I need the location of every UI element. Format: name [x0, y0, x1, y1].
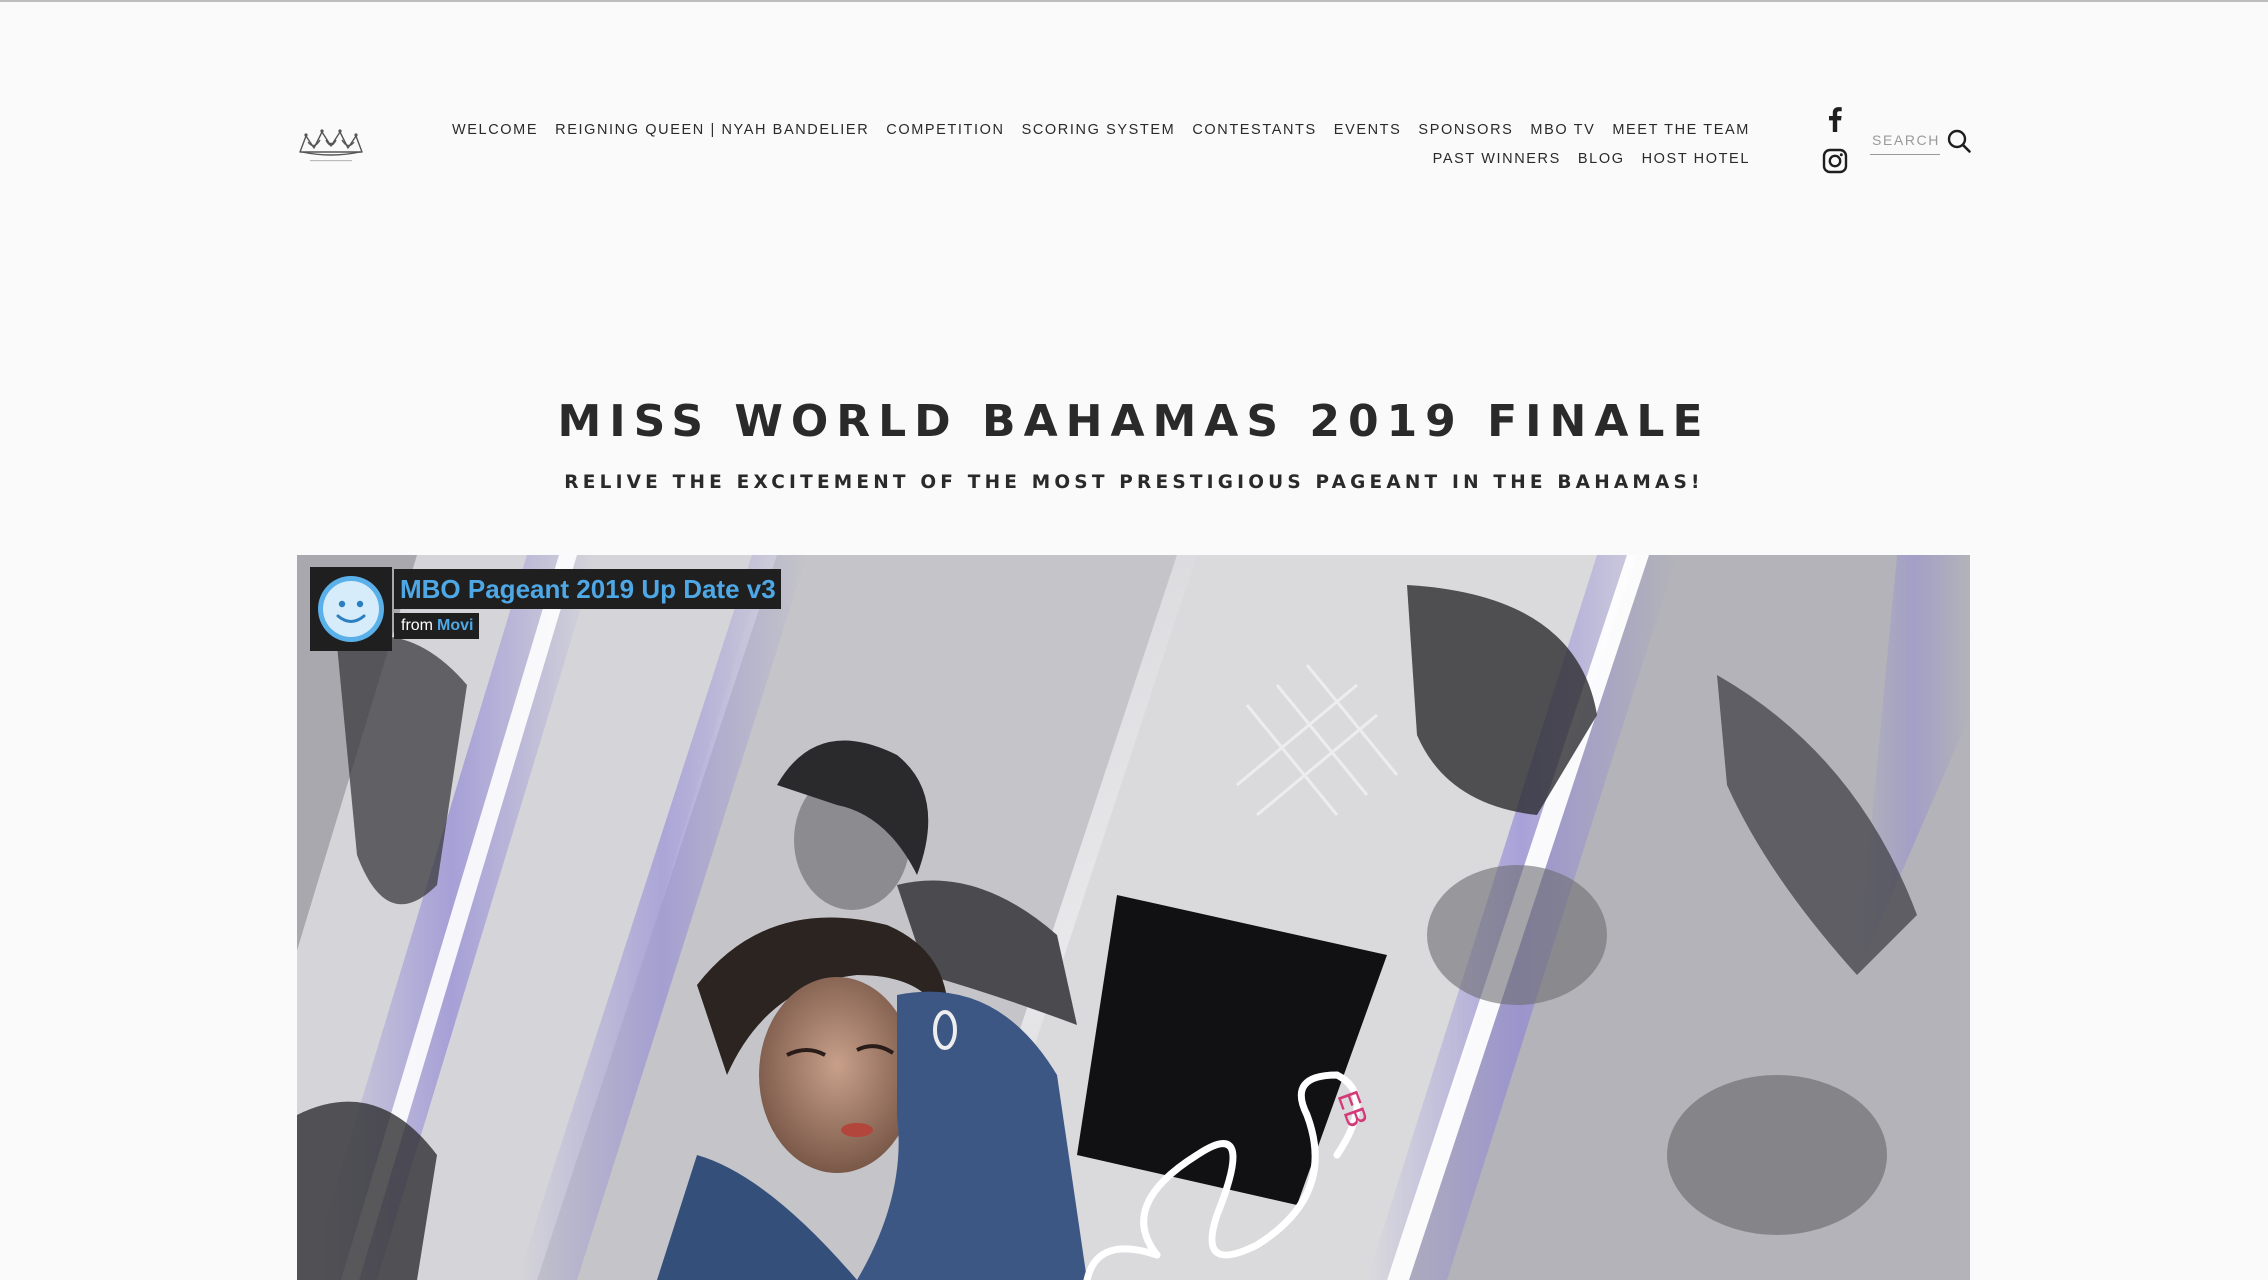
nav-item-meet-the-team[interactable]: MEET THE TEAM	[1612, 116, 1750, 145]
facebook-icon[interactable]	[1820, 104, 1850, 134]
smiley-avatar-icon[interactable]	[310, 567, 392, 651]
page-title: MISS WORLD BAHAMAS 2019 FINALE	[557, 396, 1711, 447]
nav-list: WELCOME REIGNING QUEEN | NYAH BANDELIER …	[410, 116, 1750, 174]
social-links	[1820, 104, 1850, 188]
site-logo[interactable]	[296, 122, 366, 166]
nav-item-sponsors[interactable]: SPONSORS	[1418, 116, 1513, 145]
nav-item-contestants[interactable]: CONTESTANTS	[1192, 116, 1316, 145]
search-box	[1870, 126, 1972, 158]
nav-item-mbo-tv[interactable]: MBO TV	[1530, 116, 1595, 145]
nav-item-scoring-system[interactable]: SCORING SYSTEM	[1022, 116, 1176, 145]
nav-item-events[interactable]: EVENTS	[1334, 116, 1402, 145]
video-player[interactable]: EB MBO Pageant 2019 Up Date v3 from Movi	[297, 555, 1970, 1280]
nav-item-reigning-queen[interactable]: REIGNING QUEEN | NYAH BANDELIER	[555, 116, 869, 145]
video-title[interactable]: MBO Pageant 2019 Up Date v3	[394, 569, 781, 609]
hero-section: MISS WORLD BAHAMAS 2019 FINALE RELIVE TH…	[0, 392, 2268, 498]
video-thumbnail: EB	[297, 555, 1970, 1280]
main-navigation: WELCOME REIGNING QUEEN | NYAH BANDELIER …	[410, 116, 1750, 174]
nav-item-past-winners[interactable]: PAST WINNERS	[1433, 145, 1561, 174]
nav-item-competition[interactable]: COMPETITION	[886, 116, 1004, 145]
search-icon[interactable]	[1946, 128, 1972, 154]
page-subtitle: RELIVE THE EXCITEMENT OF THE MOST PRESTI…	[564, 472, 1704, 493]
crown-logo-icon	[299, 129, 363, 162]
nav-item-host-hotel[interactable]: HOST HOTEL	[1642, 145, 1750, 174]
nav-item-welcome[interactable]: WELCOME	[452, 116, 538, 145]
video-byline: from Movi	[394, 613, 480, 639]
search-input[interactable]	[1870, 126, 1940, 155]
nav-item-blog[interactable]: BLOG	[1578, 145, 1625, 174]
instagram-icon[interactable]	[1820, 146, 1850, 176]
byline-prefix: from	[401, 617, 433, 634]
video-author-link[interactable]: Movi	[437, 617, 473, 634]
site-header: WELCOME REIGNING QUEEN | NYAH BANDELIER …	[0, 0, 2268, 200]
